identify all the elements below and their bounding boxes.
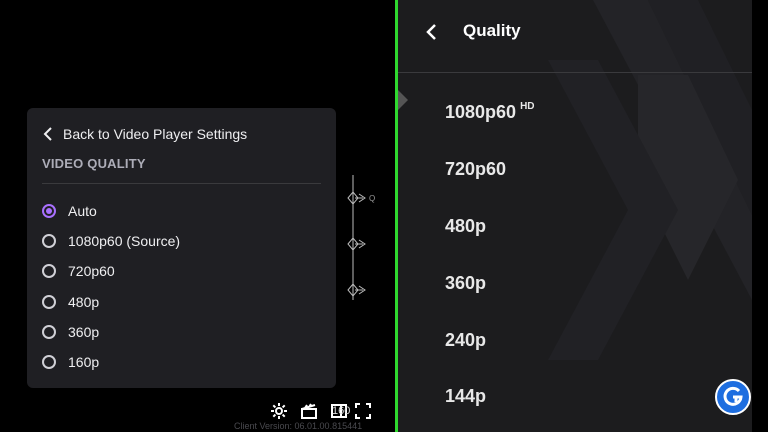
quality-item-144p[interactable]: 144p <box>445 386 486 407</box>
header-divider <box>398 72 752 73</box>
radio-icon <box>42 325 56 339</box>
option-label: 160p <box>68 354 100 370</box>
quality-item-label: 240p <box>445 330 487 350</box>
quality-item-720p60[interactable]: 720p60 <box>445 159 506 180</box>
video-player-pane: Back to Video Player Settings VIDEO QUAL… <box>0 0 395 432</box>
settings-button[interactable] <box>268 400 290 422</box>
radio-icon <box>42 234 56 248</box>
quality-option-360p[interactable]: 360p <box>42 321 99 343</box>
radio-icon <box>42 264 56 278</box>
quality-item-360p[interactable]: 360p <box>445 273 486 294</box>
quality-item-480p[interactable]: 480p <box>445 216 486 237</box>
quality-header: Quality <box>398 0 752 72</box>
hd-badge: HD <box>520 101 535 112</box>
player-controls: 160 <box>268 400 382 422</box>
option-label: 480p <box>68 294 100 310</box>
option-label: 1080p60 (Source) <box>68 233 181 249</box>
back-label: Back to Video Player Settings <box>63 126 248 142</box>
quality-option-720p60[interactable]: 720p60 <box>42 260 115 282</box>
quality-item-1080p60[interactable]: 1080p60 HD <box>445 101 535 123</box>
gear-icon <box>271 403 287 419</box>
fullscreen-icon <box>355 403 372 419</box>
option-label: Auto <box>68 203 97 219</box>
menu-divider <box>42 183 321 184</box>
quality-item-label: 1080p60 <box>445 102 517 122</box>
quality-item-240p[interactable]: 240p <box>445 330 486 351</box>
option-label: 720p60 <box>68 263 115 279</box>
chevron-left-icon <box>43 127 52 141</box>
section-title: VIDEO QUALITY <box>42 156 146 171</box>
video-quality-menu: Back to Video Player Settings VIDEO QUAL… <box>27 108 336 388</box>
gamer-tweak-logo-icon <box>715 379 751 415</box>
quality-option-160p[interactable]: 160p <box>42 351 99 373</box>
quality-settings-pane: Quality 1080p60 HD 720p60 480p 360p 240p … <box>398 0 752 432</box>
quality-item-label: 144p <box>445 386 487 406</box>
quality-option-auto[interactable]: Auto <box>42 200 97 222</box>
radio-selected-icon <box>42 204 56 218</box>
right-edge-strip <box>752 0 768 432</box>
clapperboard-icon <box>301 403 317 419</box>
quality-item-label: 480p <box>445 216 487 236</box>
back-to-settings-button[interactable]: Back to Video Player Settings <box>43 124 247 144</box>
quality-item-label: 720p60 <box>445 159 507 179</box>
client-version: Client Version: 06.01.00.815441 <box>234 421 363 431</box>
fullscreen-button[interactable] <box>352 400 374 422</box>
quality-option-1080p60[interactable]: 1080p60 (Source) <box>42 230 180 252</box>
quality-badge: 160 <box>332 405 351 417</box>
radio-icon <box>42 355 56 369</box>
option-label: 360p <box>68 324 100 340</box>
svg-text:Q: Q <box>369 194 375 203</box>
radio-icon <box>42 295 56 309</box>
page-title: Quality <box>463 21 521 40</box>
clip-button[interactable] <box>298 400 320 422</box>
back-button[interactable] <box>422 22 442 42</box>
quality-option-480p[interactable]: 480p <box>42 291 99 313</box>
quality-item-label: 360p <box>445 273 487 293</box>
overlay-graphic: Q <box>347 175 375 300</box>
